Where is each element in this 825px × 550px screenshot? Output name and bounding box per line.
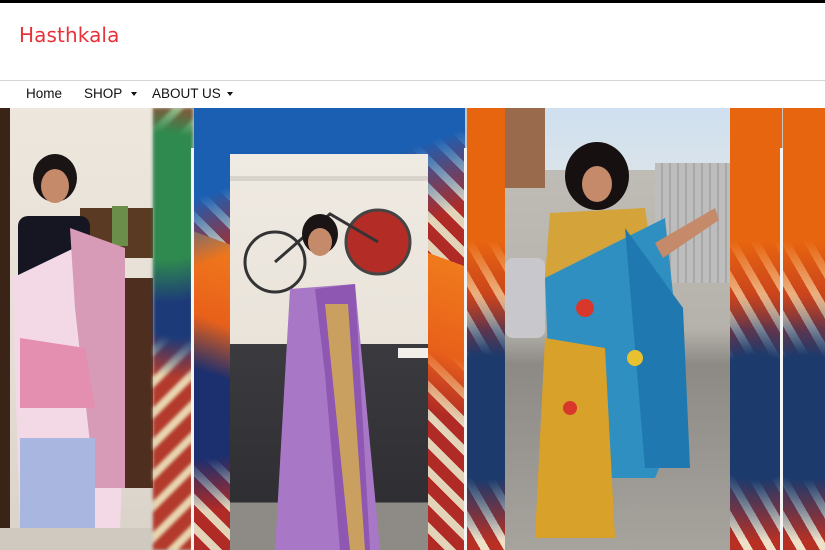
model-photo-1 [0, 154, 153, 550]
banner-photo-2 [230, 154, 428, 550]
nav-shop-menu[interactable]: SHOP [84, 86, 137, 101]
main-navigation: Home SHOP ABOUT US [0, 80, 825, 107]
chevron-down-icon [226, 92, 233, 97]
blurred-fabric-strip [153, 108, 193, 550]
blurred-fabric-strip [194, 108, 230, 550]
nav-about-menu[interactable]: ABOUT US [152, 86, 233, 101]
hero-banner-carousel[interactable] [0, 108, 825, 550]
model-photo-2 [230, 176, 428, 550]
blurred-fabric-strip [467, 108, 505, 550]
chevron-down-icon [130, 92, 137, 97]
blurred-fabric-strip [730, 108, 782, 550]
banner-photo-3 [505, 108, 730, 550]
nav-home-link[interactable]: Home [26, 86, 62, 101]
banner-photo-1 [0, 108, 153, 550]
site-header: Hasthkala [0, 3, 825, 80]
nav-home-label: Home [26, 86, 63, 101]
nav-about-label: ABOUT US [152, 86, 221, 101]
model-photo-3 [505, 108, 719, 538]
nav-shop-label: SHOP [84, 86, 123, 101]
site-logo[interactable]: Hasthkala [19, 23, 119, 47]
blurred-fabric-strip [783, 108, 825, 550]
